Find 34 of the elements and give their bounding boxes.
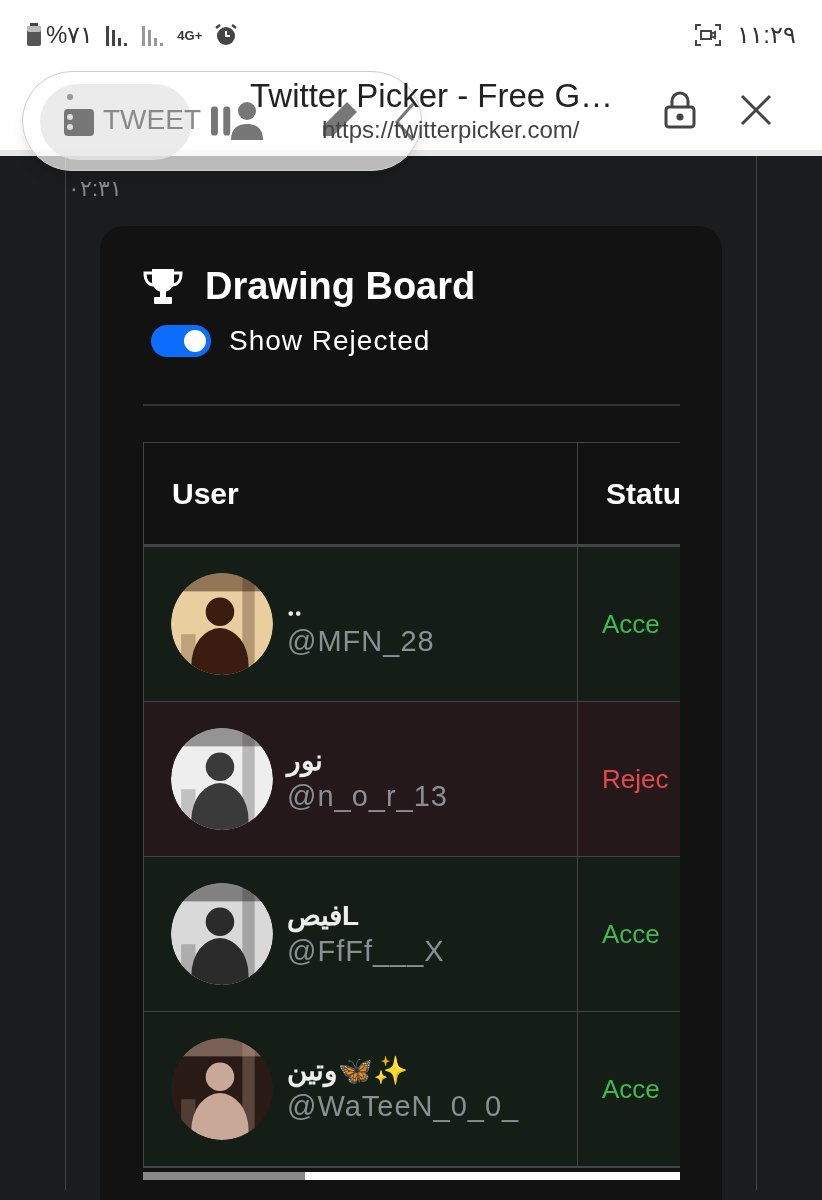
user-handle: @FfFf___X (287, 934, 445, 969)
toolbar-label: TWEET (103, 103, 201, 137)
battery-icon (26, 23, 42, 47)
user-handle: @n_o_r_13 (287, 779, 448, 814)
trophy-icon (143, 267, 183, 305)
signal-icon (105, 24, 130, 46)
column-header: User (172, 476, 239, 512)
alarm-icon (214, 23, 239, 47)
status-text: Acce (602, 607, 660, 641)
signal-icon (141, 24, 166, 46)
card-title: Drawing Board (205, 264, 476, 309)
toggle-switch[interactable] (151, 325, 211, 357)
status-text: Acce (602, 917, 660, 951)
toggle-label: Show Rejected (229, 324, 431, 358)
user-name: ‥ (287, 589, 303, 623)
network-label: 4G+ (177, 28, 203, 42)
user-handle: @WaTeeN_0_0_ (287, 1089, 520, 1124)
user-name: نور (287, 744, 324, 778)
user-name: فيصL (287, 899, 361, 933)
battery-percent: %٧١ (46, 20, 94, 50)
user-handle: @MFN_28 (287, 624, 435, 659)
page-title: Twitter Picker - Free G… (250, 76, 615, 116)
app-icon[interactable] (63, 93, 95, 137)
close-icon[interactable] (740, 94, 772, 126)
column-header: Statu (606, 476, 680, 512)
status-text: Rejec (602, 762, 669, 796)
pause-icon[interactable] (211, 106, 231, 136)
timestamp: ٠٢:٣١ (67, 175, 124, 203)
screen-record-icon (695, 24, 722, 46)
user-name: وتين🦋✨ (287, 1054, 409, 1088)
lock-icon[interactable] (664, 91, 696, 129)
clock-time: ١١:٢٩ (737, 20, 796, 50)
scrollbar-thumb[interactable] (143, 1172, 305, 1180)
status-text: Acce (602, 1072, 660, 1106)
